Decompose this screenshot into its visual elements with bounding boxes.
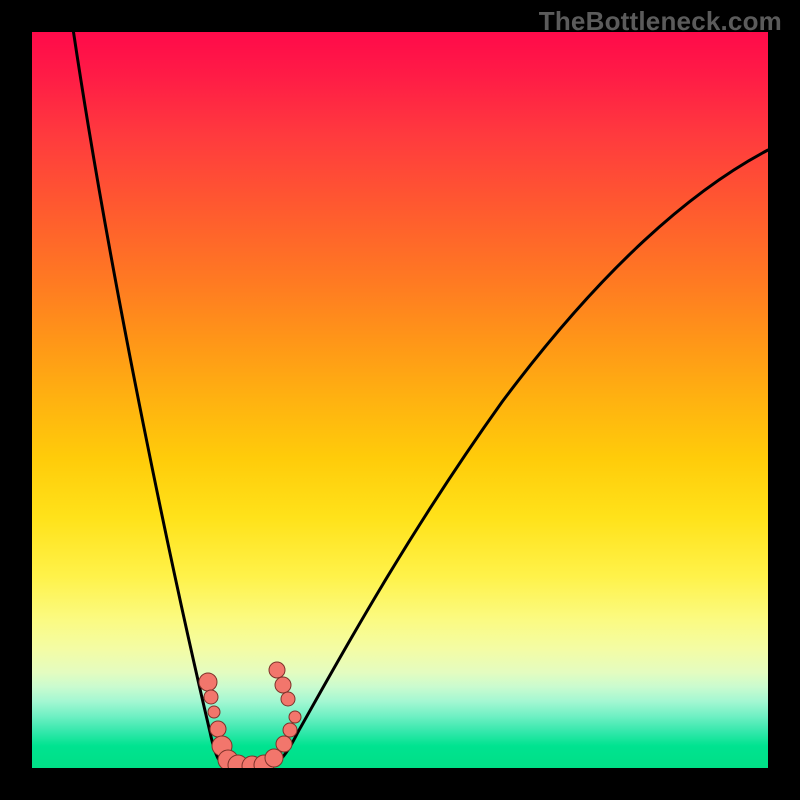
data-point [208,706,220,718]
chart-markers [199,662,301,768]
data-point [210,721,226,737]
data-point [276,736,292,752]
data-point [204,690,218,704]
chart-curves [72,32,768,766]
chart-svg [32,32,768,768]
chart-frame: TheBottleneck.com [0,0,800,800]
data-point [283,723,297,737]
data-point [275,677,291,693]
chart-plot-area [32,32,768,768]
data-point [265,749,283,767]
data-point [199,673,217,691]
data-point [289,711,301,723]
curve-curve-right [266,150,768,766]
data-point [281,692,295,706]
data-point [269,662,285,678]
watermark-text: TheBottleneck.com [539,6,782,37]
curve-curve-left [72,32,228,766]
